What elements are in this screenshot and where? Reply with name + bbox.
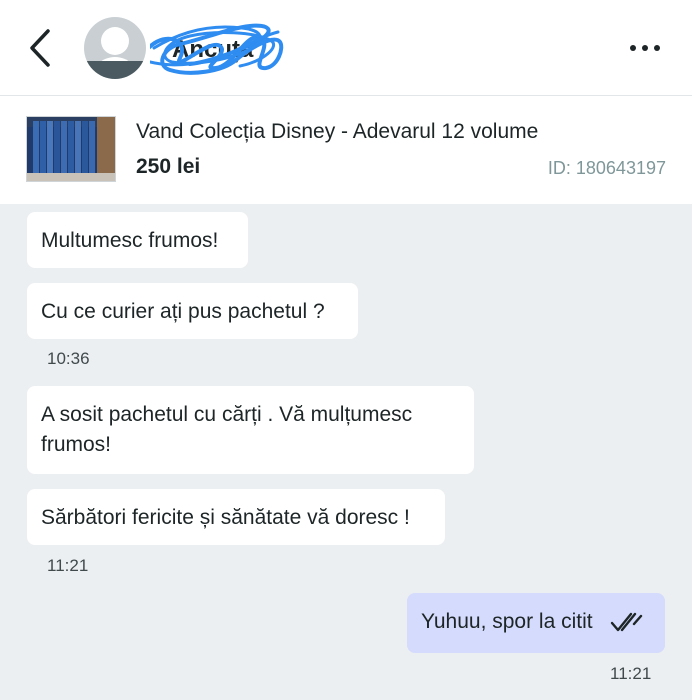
message-bubble-incoming[interactable]: A sosit pachetul cu cărți . Vă mulțumesc… <box>27 386 474 474</box>
back-button[interactable] <box>22 26 58 70</box>
redaction-scribble <box>150 23 284 75</box>
chat-header: Ancuța <box>0 0 692 96</box>
message-bubble-incoming[interactable]: Sărbători fericite și sănătate vă doresc… <box>27 489 445 545</box>
message-bubble-incoming[interactable]: Cu ce curier ați pus pachetul ? <box>27 283 358 339</box>
message-time: 11:21 <box>47 556 89 575</box>
message-time: 11:21 <box>610 664 652 683</box>
chevron-left-icon <box>30 29 50 67</box>
message-time: 10:36 <box>47 349 90 368</box>
contact-name[interactable]: Ancuța <box>150 18 290 78</box>
listing-thumbnail <box>26 116 116 182</box>
listing-title: Vand Colecția Disney - Adevarul 12 volum… <box>136 120 539 143</box>
message-text: Multumesc frumos! <box>41 229 219 252</box>
more-options-button[interactable] <box>620 30 670 66</box>
message-text: Cu ce curier ați pus pachetul ? <box>41 300 325 323</box>
double-check-icon <box>611 613 643 632</box>
message-text: Yuhuu, spor la citit <box>421 610 593 633</box>
message-bubble-incoming[interactable]: Multumesc frumos! <box>27 212 248 268</box>
avatar[interactable] <box>84 17 146 79</box>
message-text: Sărbători fericite și sănătate vă doresc… <box>41 506 410 529</box>
more-horizontal-icon <box>630 45 636 51</box>
message-text: A sosit pachetul cu cărți . Vă mulțumesc… <box>41 403 413 456</box>
message-bubble-outgoing[interactable]: Yuhuu, spor la citit <box>407 593 665 653</box>
listing-card[interactable]: Vand Colecția Disney - Adevarul 12 volum… <box>0 96 692 204</box>
listing-price: 250 lei <box>136 155 201 178</box>
listing-id: ID: 180643197 <box>547 158 666 178</box>
